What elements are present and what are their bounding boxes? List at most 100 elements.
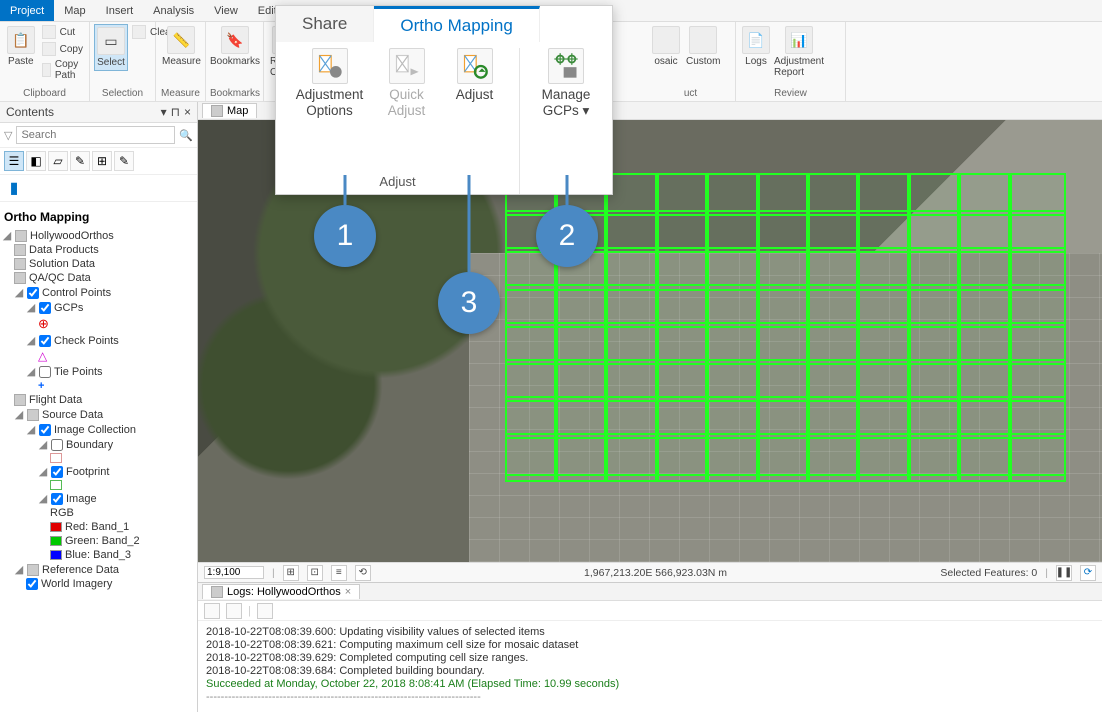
log-tb1[interactable] — [204, 603, 220, 619]
list-by-labeling-icon[interactable]: ✎ — [114, 151, 134, 171]
list-by-drawing-icon[interactable]: ☰ — [4, 151, 24, 171]
log-tab-close-icon[interactable]: × — [345, 586, 351, 598]
bookmark-icon: 🔖 — [221, 26, 249, 54]
workspace-node[interactable]: ◢HollywoodOrthos — [2, 228, 195, 243]
flight-node[interactable]: Flight Data — [2, 393, 195, 407]
report-icon: 📊 — [785, 26, 813, 54]
adjustment-options-icon — [312, 48, 348, 84]
image-node[interactable]: ◢Image — [2, 491, 195, 506]
pane-dropdown-icon[interactable]: ▾ — [161, 105, 167, 119]
select-button[interactable]: ▭Select — [94, 24, 128, 71]
share-tab[interactable]: Share — [276, 6, 374, 42]
annotation-bubble-2: 2 — [536, 205, 598, 267]
rgb-label: RGB — [2, 506, 195, 520]
pane-pin-icon[interactable]: ⊓ — [171, 105, 180, 119]
logs-button[interactable]: 📄Logs — [740, 24, 772, 69]
boundary-check[interactable] — [51, 439, 63, 451]
paste-button[interactable]: 📋Paste — [4, 24, 38, 69]
map-tab[interactable]: Map — [202, 103, 257, 118]
manage-gcps-icon — [548, 48, 584, 84]
tiepts-symbol: + — [2, 379, 195, 393]
ortho-tab[interactable]: Ortho Mapping — [374, 6, 539, 42]
draw-tool-icon[interactable]: ▮ — [4, 178, 24, 198]
image-check[interactable] — [51, 493, 63, 505]
copypath-button[interactable]: Copy Path — [40, 58, 85, 82]
plus-icon: + — [38, 380, 44, 392]
red-band: Red: Band_1 — [2, 520, 195, 534]
search-icon[interactable]: 🔍 — [179, 129, 193, 142]
list-by-selection-icon[interactable]: ▱ — [48, 151, 68, 171]
cut-button[interactable]: Cut — [40, 24, 85, 40]
menu-map[interactable]: Map — [54, 0, 95, 21]
log-tb3[interactable] — [257, 603, 273, 619]
log-tab[interactable]: Logs: HollywoodOrthos× — [202, 584, 360, 599]
sb-tool1[interactable]: ⊞ — [283, 565, 299, 581]
boundary-symbol — [2, 452, 195, 464]
status-bar: | ⊞ ⊡ ≡ ⟲ 1,967,213.20E 566,923.03N m Se… — [198, 562, 1102, 582]
solution-node[interactable]: Solution Data — [2, 257, 195, 271]
list-by-snapping-icon[interactable]: ⊞ — [92, 151, 112, 171]
refresh-icon[interactable]: ⟳ — [1080, 565, 1096, 581]
gcps-check[interactable] — [39, 302, 51, 314]
selection-label: Selection — [94, 87, 151, 101]
menu-view[interactable]: View — [204, 0, 248, 21]
log-tabs: Logs: HollywoodOrthos× — [198, 583, 1102, 601]
copy-icon — [42, 42, 56, 56]
refdata-node[interactable]: ◢Reference Data — [2, 562, 195, 577]
drawing-toolbar: ▮ — [0, 175, 197, 202]
tiepts-check[interactable] — [39, 366, 51, 378]
manage-gcps-button[interactable]: Manage GCPs ▾ — [526, 48, 606, 118]
scale-input[interactable] — [204, 566, 264, 579]
custom-button[interactable]: Custom — [684, 24, 722, 69]
list-by-editing-icon[interactable]: ✎ — [70, 151, 90, 171]
pause-icon[interactable]: ❚❚ — [1056, 565, 1072, 581]
paste-icon: 📋 — [7, 26, 35, 54]
copy-button[interactable]: Copy — [40, 41, 85, 57]
qaqc-node[interactable]: QA/QC Data — [2, 271, 195, 285]
control-node[interactable]: ◢Control Points — [2, 285, 195, 300]
selected-features: Selected Features: 0 — [940, 567, 1037, 579]
adjust-button[interactable]: Adjust — [445, 48, 505, 118]
list-by-source-icon[interactable]: ◧ — [26, 151, 46, 171]
adjreport-button[interactable]: 📊Adjustment Report — [774, 24, 824, 80]
sb-tool4[interactable]: ⟲ — [355, 565, 371, 581]
menu-insert[interactable]: Insert — [96, 0, 144, 21]
sb-tool2[interactable]: ⊡ — [307, 565, 323, 581]
world-check[interactable] — [26, 578, 38, 590]
imgcol-node[interactable]: ◢Image Collection — [2, 422, 195, 437]
imgcol-check[interactable] — [39, 424, 51, 436]
data-products-node[interactable]: Data Products — [2, 243, 195, 257]
measure-button[interactable]: 📏Measure — [160, 24, 203, 69]
log-body[interactable]: 2018-10-22T08:08:39.600: Updating visibi… — [198, 621, 1102, 712]
logs-icon: 📄 — [742, 26, 770, 54]
menu-project[interactable]: Project — [0, 0, 54, 21]
source-node[interactable]: ◢Source Data — [2, 407, 195, 422]
copypath-icon — [42, 63, 51, 77]
pane-close-icon[interactable]: × — [184, 105, 191, 119]
toc: Ortho Mapping ◢HollywoodOrthos Data Prod… — [0, 202, 197, 712]
sb-tool3[interactable]: ≡ — [331, 565, 347, 581]
tiepts-node[interactable]: ◢Tie Points — [2, 364, 195, 379]
checkpts-check[interactable] — [39, 335, 51, 347]
bookmarks-label: Bookmarks — [210, 87, 259, 101]
gcps-node[interactable]: ◢GCPs — [2, 300, 195, 315]
workspace-icon — [15, 230, 27, 242]
quick-adjust-button[interactable]: Quick Adjust — [375, 48, 439, 118]
footprint-node[interactable]: ◢Footprint — [2, 464, 195, 479]
control-check[interactable] — [27, 287, 39, 299]
ortho-ribbon-callout: Share Ortho Mapping Adjustment Options Q… — [275, 5, 613, 195]
qaqc-icon — [14, 272, 26, 284]
solution-icon — [14, 258, 26, 270]
footprint-check[interactable] — [51, 466, 63, 478]
log-tb2[interactable] — [226, 603, 242, 619]
world-node[interactable]: World Imagery — [2, 577, 195, 591]
filter-icon[interactable]: ▽ — [4, 129, 12, 142]
source-icon — [27, 409, 39, 421]
menu-analysis[interactable]: Analysis — [143, 0, 204, 21]
adjustment-options-button[interactable]: Adjustment Options — [291, 48, 369, 118]
search-input[interactable] — [16, 126, 175, 144]
checkpts-node[interactable]: ◢Check Points — [2, 333, 195, 348]
boundary-node[interactable]: ◢Boundary — [2, 437, 195, 452]
mosaic-button[interactable]: osaic — [650, 24, 682, 69]
bookmarks-button[interactable]: 🔖Bookmarks — [210, 24, 260, 69]
